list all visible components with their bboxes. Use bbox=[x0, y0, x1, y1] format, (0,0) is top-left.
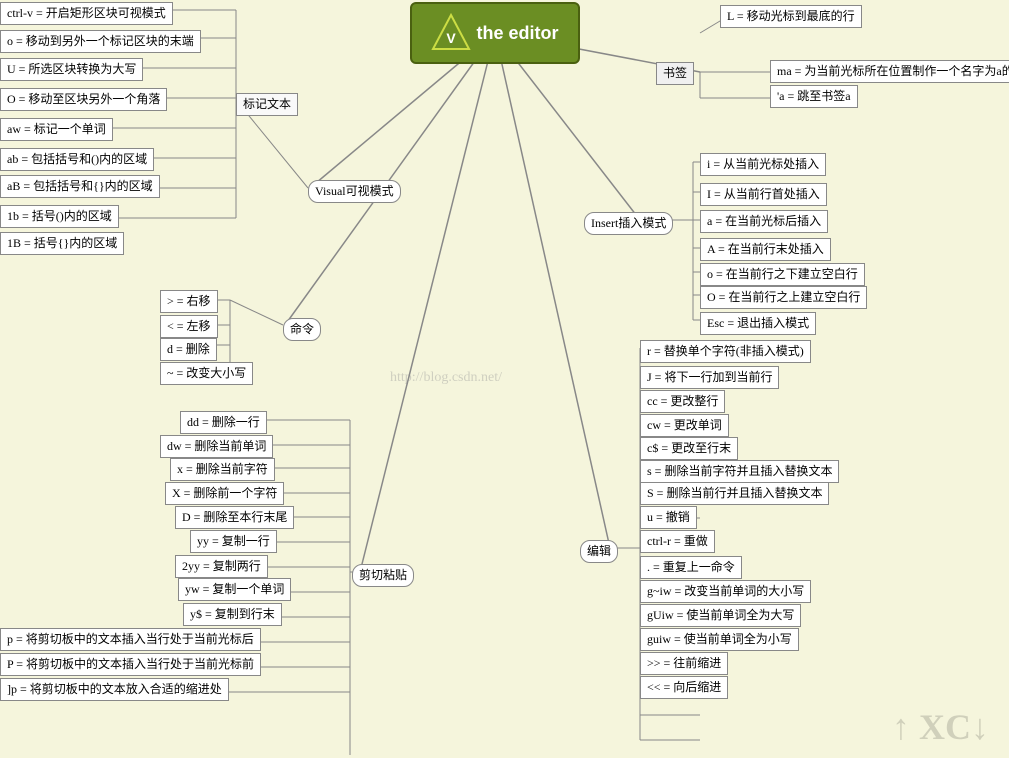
edit-item-8: ctrl-r = 重做 bbox=[640, 530, 715, 553]
watermark-text: http://blog.csdn.net/ bbox=[390, 370, 502, 386]
node-mark-text: 标记文本 bbox=[236, 93, 298, 116]
ins-item-1: I = 从当前行首处插入 bbox=[700, 183, 827, 206]
cmd-item-0: > = 右移 bbox=[160, 290, 218, 313]
visual-item-6: aB = 包括括号和{}内的区域 bbox=[0, 175, 160, 198]
edit-item-9: . = 重复上一命令 bbox=[640, 556, 742, 579]
edit-item-2: cc = 更改整行 bbox=[640, 390, 725, 413]
edit-item-0: r = 替换单个字符(非插入模式) bbox=[640, 340, 811, 363]
watermark-bottom: ↑ XC↓ bbox=[892, 706, 989, 748]
visual-mode-label: Visual可视模式 bbox=[315, 184, 394, 198]
edit-item-1: J = 将下一行加到当前行 bbox=[640, 366, 779, 389]
mindmap-container: V the editor L = 移动光标到最底的行 书签 ma = 为当前光标… bbox=[0, 0, 1009, 758]
title-text: the editor bbox=[476, 23, 558, 44]
node-bookmark-1: 'a = 跳至书签a bbox=[770, 85, 858, 108]
edit-item-10: g~iw = 改变当前单词的大小写 bbox=[640, 580, 811, 603]
cut-paste-label: 剪切粘贴 bbox=[359, 568, 407, 582]
command-mode-label: 命令 bbox=[290, 322, 314, 336]
ins-item-3: A = 在当前行末处插入 bbox=[700, 238, 831, 261]
svg-text:V: V bbox=[447, 30, 457, 46]
cp-item-4: D = 删除至本行末尾 bbox=[175, 506, 294, 529]
cp-item-9: p = 将剪切板中的文本插入当行处于当前光标后 bbox=[0, 628, 261, 651]
edit-item-7: u = 撤销 bbox=[640, 506, 697, 529]
node-bookmark-label: 书签 bbox=[656, 62, 694, 85]
edit-item-3: cw = 更改单词 bbox=[640, 414, 729, 437]
cp-item-0: dd = 删除一行 bbox=[180, 411, 267, 434]
visual-item-7: 1b = 括号()内的区域 bbox=[0, 205, 119, 228]
edit-item-14: << = 向后缩进 bbox=[640, 676, 728, 699]
visual-item-8: 1B = 括号{}内的区域 bbox=[0, 232, 124, 255]
node-command-mode: 命令 bbox=[283, 318, 321, 341]
visual-item-2: U = 所选区块转换为大写 bbox=[0, 58, 143, 81]
edit-item-4: c$ = 更改至行末 bbox=[640, 437, 738, 460]
node-move-L: L = 移动光标到最底的行 bbox=[720, 5, 862, 28]
ins-item-2: a = 在当前光标后插入 bbox=[700, 210, 828, 233]
node-edit-mode: 编辑 bbox=[580, 540, 618, 563]
visual-item-4: aw = 标记一个单词 bbox=[0, 118, 113, 141]
edit-item-13: >> = 往前缩进 bbox=[640, 652, 728, 675]
visual-item-0: ctrl-v = 开启矩形区块可视模式 bbox=[0, 2, 173, 25]
visual-item-3: O = 移动至区块另外一个角落 bbox=[0, 88, 167, 111]
node-insert-mode: Insert插入模式 bbox=[584, 212, 673, 235]
vim-logo-icon: V bbox=[431, 13, 471, 53]
cp-item-7: yw = 复制一个单词 bbox=[178, 578, 291, 601]
node-visual-mode: Visual可视模式 bbox=[308, 180, 401, 203]
cmd-item-2: d = 删除 bbox=[160, 338, 217, 361]
cp-item-5: yy = 复制一行 bbox=[190, 530, 277, 553]
cp-item-2: x = 删除当前字符 bbox=[170, 458, 275, 481]
node-cut-paste: 剪切粘贴 bbox=[352, 564, 414, 587]
title-box: V the editor bbox=[410, 2, 580, 64]
cp-item-8: y$ = 复制到行末 bbox=[183, 603, 282, 626]
visual-item-1: o = 移动到另外一个标记区块的末端 bbox=[0, 30, 201, 53]
edit-item-11: gUiw = 使当前单词全为大写 bbox=[640, 604, 801, 627]
cp-item-3: X = 删除前一个字符 bbox=[165, 482, 284, 505]
ins-item-0: i = 从当前光标处插入 bbox=[700, 153, 826, 176]
ins-item-6: Esc = 退出插入模式 bbox=[700, 312, 816, 335]
cp-item-11: ]p = 将剪切板中的文本放入合适的缩进处 bbox=[0, 678, 229, 701]
ins-item-5: O = 在当前行之上建立空白行 bbox=[700, 286, 867, 309]
cp-item-6: 2yy = 复制两行 bbox=[175, 555, 268, 578]
cp-item-10: P = 将剪切板中的文本插入当行处于当前光标前 bbox=[0, 653, 261, 676]
cmd-item-1: < = 左移 bbox=[160, 315, 218, 338]
cp-item-1: dw = 删除当前单词 bbox=[160, 435, 273, 458]
edit-item-12: guiw = 使当前单词全为小写 bbox=[640, 628, 799, 651]
cmd-item-3: ~ = 改变大小写 bbox=[160, 362, 253, 385]
node-bookmark-0: ma = 为当前光标所在位置制作一个名字为a的书签 bbox=[770, 60, 1009, 83]
mark-text-label: 标记文本 bbox=[243, 97, 291, 111]
edit-mode-label: 编辑 bbox=[587, 544, 611, 558]
insert-mode-label: Insert插入模式 bbox=[591, 216, 666, 230]
edit-item-5: s = 删除当前字符并且插入替换文本 bbox=[640, 460, 839, 483]
ins-item-4: o = 在当前行之下建立空白行 bbox=[700, 263, 865, 286]
visual-item-5: ab = 包括括号和()内的区域 bbox=[0, 148, 154, 171]
edit-item-6: S = 删除当前行并且插入替换文本 bbox=[640, 482, 829, 505]
